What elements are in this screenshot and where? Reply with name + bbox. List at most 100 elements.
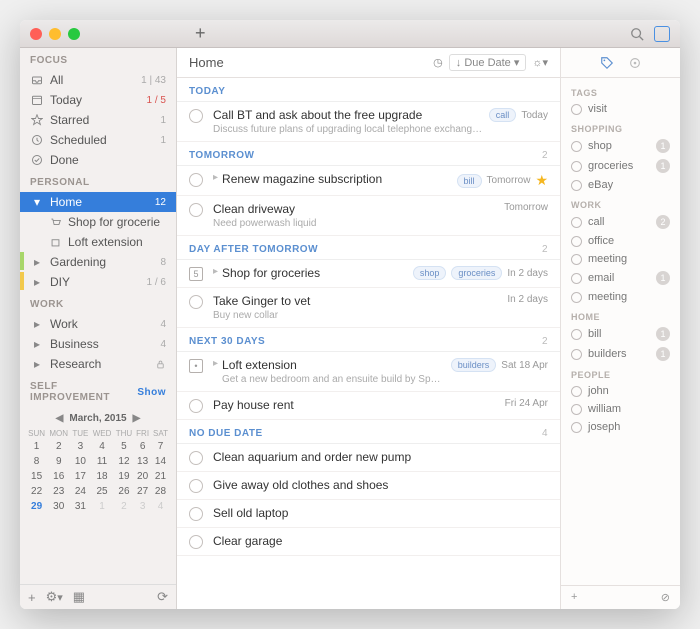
tag-item[interactable]: eBay: [561, 176, 680, 194]
task-row[interactable]: Give away old clothes and shoes: [177, 472, 560, 500]
task-row[interactable]: Clean drivewayNeed powerwash liquidTomor…: [177, 196, 560, 236]
task-tag[interactable]: groceries: [451, 266, 502, 280]
sidebar-item[interactable]: ▸Research: [20, 354, 176, 374]
star-icon[interactable]: ★: [535, 172, 548, 189]
cal-day[interactable]: 3: [70, 439, 90, 454]
cal-day[interactable]: 31: [70, 499, 90, 514]
sort-dropdown[interactable]: ↓ Due Date ▾: [449, 54, 527, 71]
tag-item[interactable]: groceries1: [561, 156, 680, 176]
checkbox[interactable]: [189, 399, 203, 413]
cal-day[interactable]: 19: [114, 469, 135, 484]
tag-item[interactable]: office: [561, 232, 680, 250]
fullscreen-icon[interactable]: [68, 28, 80, 40]
sidebar-item[interactable]: Today1 / 5: [20, 90, 176, 110]
tag-item[interactable]: email1: [561, 268, 680, 288]
filter-icon[interactable]: ☼▾: [532, 56, 548, 69]
task-tag[interactable]: bill: [457, 174, 482, 188]
add-button[interactable]: +: [195, 23, 206, 44]
checkbox[interactable]: [189, 507, 203, 521]
sidebar-item[interactable]: ▸Business4: [20, 334, 176, 354]
cal-day[interactable]: 10: [70, 454, 90, 469]
sidebar-item[interactable]: Done: [20, 150, 176, 170]
task-row[interactable]: Take Ginger to vetBuy new collarIn 2 day…: [177, 288, 560, 328]
cal-day[interactable]: 11: [90, 454, 113, 469]
task-row[interactable]: Pay house rentFri 24 Apr: [177, 392, 560, 420]
cal-day[interactable]: 29: [26, 499, 47, 514]
cal-day[interactable]: 12: [114, 454, 135, 469]
tag-item[interactable]: meeting: [561, 288, 680, 306]
checkbox[interactable]: [189, 203, 203, 217]
tag-item[interactable]: builders1: [561, 344, 680, 364]
task-tag[interactable]: call: [489, 108, 517, 122]
cal-day[interactable]: 6: [134, 439, 151, 454]
tag-item[interactable]: visit: [561, 100, 680, 118]
filter-tags-icon[interactable]: ⊘: [661, 591, 670, 604]
cal-day[interactable]: 2: [47, 439, 70, 454]
cal-prev[interactable]: ◀: [56, 413, 64, 424]
task-row[interactable]: Clear garage: [177, 528, 560, 556]
cal-day[interactable]: 25: [90, 484, 113, 499]
cal-day[interactable]: 28: [151, 484, 170, 499]
cal-day[interactable]: 26: [114, 484, 135, 499]
task-tag[interactable]: shop: [413, 266, 447, 280]
tab-location[interactable]: [628, 56, 642, 70]
cal-day[interactable]: 22: [26, 484, 47, 499]
task-row[interactable]: ▸Renew magazine subscriptionbillTomorrow…: [177, 166, 560, 196]
add-tag-icon[interactable]: +: [571, 591, 577, 604]
cal-day[interactable]: 3: [134, 499, 151, 514]
show-link[interactable]: Show: [137, 387, 166, 398]
cal-day[interactable]: 1: [26, 439, 47, 454]
cal-day[interactable]: 14: [151, 454, 170, 469]
cal-day[interactable]: 16: [47, 469, 70, 484]
tag-item[interactable]: meeting: [561, 250, 680, 268]
toggle-panel-icon[interactable]: [654, 26, 670, 42]
gear-icon[interactable]: ⚙▾: [46, 589, 63, 605]
sidebar-item[interactable]: ▸Gardening8: [20, 252, 176, 272]
tag-item[interactable]: bill1: [561, 324, 680, 344]
task-tag[interactable]: builders: [451, 358, 497, 372]
tag-item[interactable]: joseph: [561, 418, 680, 436]
task-row[interactable]: Call BT and ask about the free upgradeDi…: [177, 102, 560, 142]
tag-item[interactable]: william: [561, 400, 680, 418]
cal-next[interactable]: ▶: [133, 413, 141, 424]
sidebar-item[interactable]: ▸Work4: [20, 314, 176, 334]
sidebar-item[interactable]: Starred1: [20, 110, 176, 130]
cal-day[interactable]: 5: [114, 439, 135, 454]
task-row[interactable]: Sell old laptop: [177, 500, 560, 528]
sync-icon[interactable]: ⟳: [157, 589, 168, 605]
minimize-icon[interactable]: [49, 28, 61, 40]
tag-item[interactable]: shop1: [561, 136, 680, 156]
sidebar-item[interactable]: ▸DIY1 / 6: [20, 272, 176, 292]
cal-day[interactable]: 21: [151, 469, 170, 484]
cal-day[interactable]: 24: [70, 484, 90, 499]
checkbox[interactable]: [189, 173, 203, 187]
tag-item[interactable]: call2: [561, 212, 680, 232]
add-list-icon[interactable]: +: [28, 590, 36, 605]
close-icon[interactable]: [30, 28, 42, 40]
sidebar-item[interactable]: Loft extension: [20, 232, 176, 252]
cal-day[interactable]: 8: [26, 454, 47, 469]
cal-day[interactable]: 1: [90, 499, 113, 514]
cal-day[interactable]: 30: [47, 499, 70, 514]
cal-day[interactable]: 20: [134, 469, 151, 484]
task-row[interactable]: Clean aquarium and order new pump: [177, 444, 560, 472]
cal-day[interactable]: 4: [90, 439, 113, 454]
sidebar-item[interactable]: Scheduled1: [20, 130, 176, 150]
cal-day[interactable]: 13: [134, 454, 151, 469]
cal-day[interactable]: 23: [47, 484, 70, 499]
cal-day[interactable]: 27: [134, 484, 151, 499]
task-row[interactable]: 5▸Shop for groceriesshopgroceriesIn 2 da…: [177, 260, 560, 288]
checkbox[interactable]: [189, 109, 203, 123]
checkbox[interactable]: [189, 479, 203, 493]
cal-day[interactable]: 7: [151, 439, 170, 454]
sidebar-item[interactable]: ▾Home12: [20, 192, 176, 212]
sidebar-item[interactable]: Shop for grocerie: [20, 212, 176, 232]
cal-day[interactable]: 2: [114, 499, 135, 514]
cal-day[interactable]: 18: [90, 469, 113, 484]
sidebar-item[interactable]: All1 | 43: [20, 70, 176, 90]
task-row[interactable]: •▸Loft extensionGet a new bedroom and an…: [177, 352, 560, 392]
cal-day[interactable]: 9: [47, 454, 70, 469]
clock-icon[interactable]: ◷: [433, 56, 443, 69]
cal-day[interactable]: 15: [26, 469, 47, 484]
tag-item[interactable]: john: [561, 382, 680, 400]
